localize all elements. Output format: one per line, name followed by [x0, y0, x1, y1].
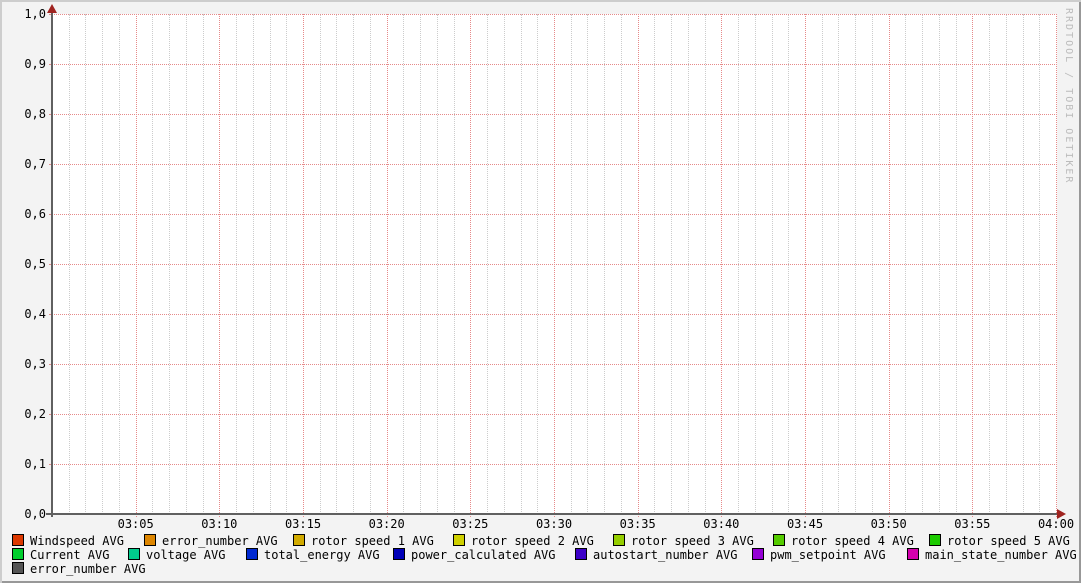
- legend-color-swatch: [453, 534, 465, 546]
- y-tick-label: 1,0: [6, 8, 46, 21]
- legend-label: voltage AVG: [146, 548, 225, 562]
- x-tick-label: 03:25: [440, 518, 500, 531]
- legend-color-swatch: [144, 534, 156, 546]
- x-tick-label: 03:05: [106, 518, 166, 531]
- legend-label: pwm_setpoint AVG: [770, 548, 886, 562]
- legend-color-swatch: [613, 534, 625, 546]
- legend-color-swatch: [12, 562, 24, 574]
- legend-label: rotor speed 3 AVG: [631, 534, 754, 548]
- legend-item: autostart_number AVG: [575, 548, 738, 561]
- legend-item: error_number AVG: [12, 562, 146, 575]
- legend-item: rotor speed 4 AVG: [773, 534, 914, 547]
- legend-color-swatch: [575, 548, 587, 560]
- legend-item: Current AVG: [12, 548, 109, 561]
- legend-label: error_number AVG: [30, 562, 146, 576]
- grid-line-major-horizontal: [49, 264, 1057, 265]
- grid-line-major-vertical: [219, 14, 220, 517]
- grid-line-major-horizontal: [49, 164, 1057, 165]
- legend-label: autostart_number AVG: [593, 548, 738, 562]
- legend-label: rotor speed 2 AVG: [471, 534, 594, 548]
- x-axis: [46, 513, 1059, 515]
- grid-line-major-vertical: [972, 14, 973, 517]
- legend-color-swatch: [393, 548, 405, 560]
- legend-label: total_energy AVG: [264, 548, 380, 562]
- legend-item: power_calculated AVG: [393, 548, 556, 561]
- legend-item: rotor speed 1 AVG: [293, 534, 434, 547]
- grid-line-major-horizontal: [49, 114, 1057, 115]
- legend-color-swatch: [12, 548, 24, 560]
- grid-line-major-vertical: [303, 14, 304, 517]
- y-tick-label: 0,8: [6, 108, 46, 121]
- legend-color-swatch: [752, 548, 764, 560]
- grid-line-major-vertical: [554, 14, 555, 517]
- legend-label: error_number AVG: [162, 534, 278, 548]
- legend-item: main_state_number AVG: [907, 548, 1077, 561]
- x-tick-label: 03:45: [775, 518, 835, 531]
- watermark: RRDTOOL / TOBI OETIKER: [1063, 8, 1074, 184]
- x-tick-label: 03:55: [942, 518, 1002, 531]
- grid-line-major-vertical: [721, 14, 722, 517]
- x-tick-label: 03:20: [357, 518, 417, 531]
- y-tick-label: 0,2: [6, 408, 46, 421]
- grid-line-major-vertical: [136, 14, 137, 517]
- legend-color-swatch: [12, 534, 24, 546]
- legend-color-swatch: [929, 534, 941, 546]
- legend-color-swatch: [773, 534, 785, 546]
- x-tick-label: 03:15: [273, 518, 333, 531]
- legend-item: Windspeed AVG: [12, 534, 124, 547]
- legend-item: rotor speed 2 AVG: [453, 534, 594, 547]
- grid-line-major-horizontal: [49, 314, 1057, 315]
- y-tick-label: 0,9: [6, 58, 46, 71]
- grid-line-major-vertical: [638, 14, 639, 517]
- grid-line-major-horizontal: [49, 464, 1057, 465]
- legend-item: rotor speed 5 AVG: [929, 534, 1070, 547]
- grid-line-major-horizontal: [49, 64, 1057, 65]
- legend-label: Current AVG: [30, 548, 109, 562]
- x-tick-label: 04:00: [1026, 518, 1081, 531]
- legend-color-swatch: [128, 548, 140, 560]
- legend-item: error_number AVG: [144, 534, 278, 547]
- legend-item: total_energy AVG: [246, 548, 380, 561]
- legend-color-swatch: [293, 534, 305, 546]
- grid-line-major-vertical: [387, 14, 388, 517]
- grid-line-major-vertical: [889, 14, 890, 517]
- rrdtool-graph: 1,0 0,9 0,8 0,7 0,6 0,5 0,4 0,3 0,2 0,1 0,0 03:05 0…: [0, 0, 1081, 583]
- grid-line-major-horizontal: [49, 364, 1057, 365]
- y-axis-arrow-icon: [47, 4, 57, 13]
- legend-label: rotor speed 5 AVG: [947, 534, 1070, 548]
- legend-color-swatch: [246, 548, 258, 560]
- y-tick-label: 0,7: [6, 158, 46, 171]
- legend-label: Windspeed AVG: [30, 534, 124, 548]
- legend-label: power_calculated AVG: [411, 548, 556, 562]
- y-tick-label: 0,1: [6, 458, 46, 471]
- y-axis: [51, 10, 53, 517]
- x-tick-label: 03:10: [189, 518, 249, 531]
- grid-line-major-vertical: [805, 14, 806, 517]
- legend-color-swatch: [907, 548, 919, 560]
- legend-label: rotor speed 1 AVG: [311, 534, 434, 548]
- grid-line-major-horizontal: [49, 214, 1057, 215]
- x-tick-label: 03:50: [859, 518, 919, 531]
- grid-line-major-vertical: [1056, 14, 1057, 517]
- y-tick-label: 0,5: [6, 258, 46, 271]
- grid-line-major-horizontal: [49, 414, 1057, 415]
- grid-line-major-horizontal: [49, 14, 1057, 15]
- legend-item: rotor speed 3 AVG: [613, 534, 754, 547]
- legend-item: pwm_setpoint AVG: [752, 548, 886, 561]
- y-tick-label: 0,6: [6, 208, 46, 221]
- x-tick-label: 03:40: [691, 518, 751, 531]
- legend-item: voltage AVG: [128, 548, 225, 561]
- x-tick-label: 03:30: [524, 518, 584, 531]
- legend-label: rotor speed 4 AVG: [791, 534, 914, 548]
- grid-line-major-vertical: [470, 14, 471, 517]
- y-tick-label: 0,0: [6, 508, 46, 521]
- y-tick-label: 0,3: [6, 358, 46, 371]
- y-tick-label: 0,4: [6, 308, 46, 321]
- legend-label: main_state_number AVG: [925, 548, 1077, 562]
- x-tick-label: 03:35: [608, 518, 668, 531]
